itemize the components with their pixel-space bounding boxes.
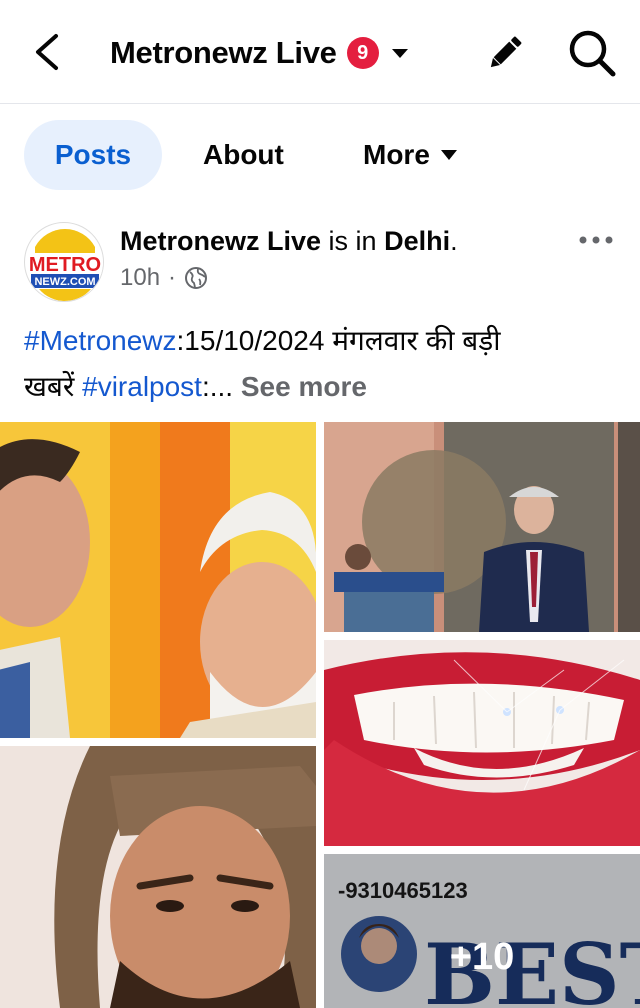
post-time[interactable]: 10h: [120, 264, 160, 292]
post-location[interactable]: Delhi: [384, 226, 450, 256]
photo-politicians: [0, 422, 316, 738]
hashtag-viralpost[interactable]: #viralpost: [82, 371, 202, 402]
notification-badge: 9: [346, 37, 379, 69]
post-photo-3[interactable]: [324, 422, 640, 632]
post-author[interactable]: Metronewz Live: [120, 226, 321, 256]
post-author-line: Metronewz Live is in Delhi.: [120, 226, 458, 257]
page-title-button[interactable]: Metronewz Live 9: [110, 30, 409, 76]
tab-posts-label: Posts: [54, 139, 132, 170]
svg-text:NEWZ.COM: NEWZ.COM: [34, 276, 95, 288]
pencil-icon[interactable]: [484, 32, 526, 74]
page-tabs: Posts About More: [0, 104, 640, 206]
globe-icon: [185, 267, 208, 289]
post-meta: 10h ·: [120, 264, 208, 292]
post-text-ellipsis: :...: [201, 371, 234, 402]
photo-hooded-man: [0, 746, 316, 1008]
post-photo-4[interactable]: [324, 640, 640, 846]
hashtag-metronewz[interactable]: #Metronewz: [24, 325, 177, 356]
page-title: Metronewz Live: [110, 35, 337, 70]
avatar[interactable]: METRO NEWZ.COM: [24, 222, 104, 302]
post-photo-2[interactable]: [0, 746, 316, 1008]
post-text-line2: खबरें: [24, 371, 83, 402]
more-photos-count: +10: [449, 935, 515, 978]
svg-text:METRO: METRO: [29, 254, 101, 276]
meta-separator: ·: [168, 264, 177, 291]
post-text-line1: :15/10/2024 मंगलवार की बड़ी: [176, 325, 501, 356]
photo-teeth: [324, 640, 640, 846]
tab-more-label: More: [363, 139, 430, 170]
is-in-text: is in: [321, 226, 385, 256]
more-options-icon[interactable]: [578, 232, 614, 248]
top-bar: Metronewz Live 9: [0, 0, 640, 104]
more-photos-overlay[interactable]: +10: [324, 854, 640, 1008]
tab-about[interactable]: About: [203, 120, 284, 190]
post-photo-5[interactable]: -9310465123 BEST +10: [324, 854, 640, 1008]
chevron-down-icon: [440, 150, 457, 160]
tab-about-label: About: [203, 139, 284, 170]
back-arrow-icon[interactable]: [28, 28, 68, 76]
chevron-down-icon: [391, 49, 408, 58]
see-more-link[interactable]: See more: [241, 371, 367, 402]
post-photo-1[interactable]: [0, 422, 316, 738]
tab-more[interactable]: More: [363, 120, 458, 190]
location-period: .: [450, 226, 458, 256]
tab-posts[interactable]: Posts: [24, 120, 162, 190]
metronewz-logo: METRO NEWZ.COM: [27, 225, 103, 301]
search-icon[interactable]: [567, 28, 617, 78]
photo-official-walking: [324, 422, 640, 632]
post-text: #Metronewz:15/10/2024 मंगलवार की बड़ी खब…: [24, 318, 624, 410]
